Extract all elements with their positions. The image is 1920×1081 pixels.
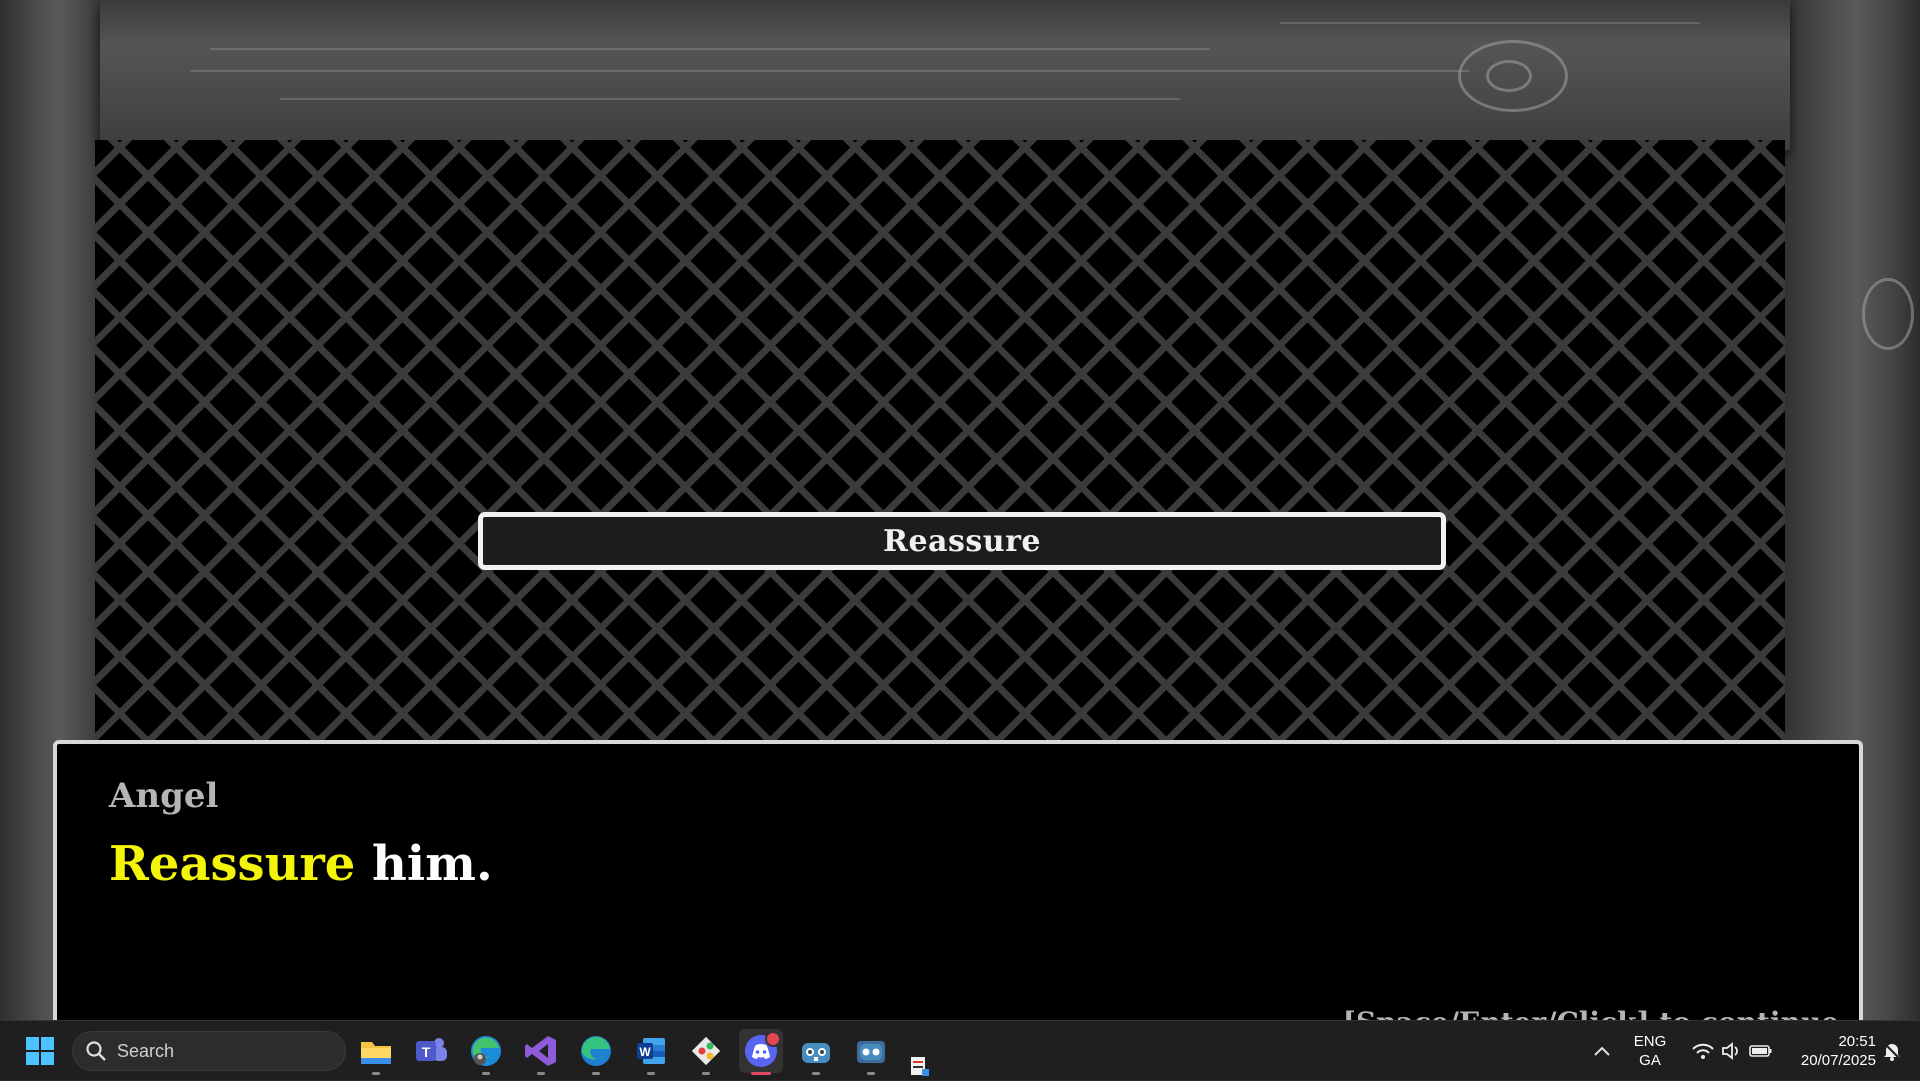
taskbar-app-discord[interactable] — [739, 1029, 783, 1075]
taskbar-app-edge-profile[interactable] — [464, 1029, 508, 1075]
dialogue-box[interactable]: Angel Reassure him. [Space/Enter/Click] … — [53, 740, 1863, 1020]
svg-text:W: W — [639, 1045, 651, 1059]
taskbar-app-godot-2[interactable] — [849, 1029, 893, 1075]
wood-knot — [1862, 278, 1914, 350]
file-explorer-icon — [361, 1042, 391, 1064]
godot-icon-2 — [857, 1041, 885, 1063]
taskbar-app-word[interactable]: W — [629, 1029, 673, 1075]
windows-icon — [26, 1037, 54, 1065]
network-volume-battery-button[interactable] — [1680, 1029, 1784, 1073]
wire-mesh-background — [95, 140, 1785, 750]
speaker-name: Angel — [109, 776, 219, 816]
wood-knot — [1486, 60, 1532, 92]
notification-badge — [765, 1031, 781, 1047]
dialogue-line: Reassure him. — [109, 836, 493, 892]
wood-grain — [190, 70, 1470, 72]
running-indicator — [372, 1072, 380, 1075]
start-button[interactable] — [18, 1029, 62, 1073]
game-scene[interactable]: Reassure Angel Reassure him. [Space/Ente… — [0, 0, 1920, 1020]
wooden-beam — [100, 0, 1790, 150]
edge-icon — [581, 1036, 611, 1066]
choice-button-reassure[interactable]: Reassure — [478, 512, 1446, 570]
edge-profile-icon — [471, 1036, 501, 1066]
running-indicator — [592, 1072, 600, 1075]
dialogue-text: him. — [355, 836, 493, 892]
running-indicator — [867, 1072, 875, 1075]
git-icon — [691, 1036, 721, 1066]
running-indicator — [751, 1072, 771, 1075]
taskbar-app-git[interactable] — [684, 1029, 728, 1075]
visual-studio-icon — [525, 1036, 556, 1066]
godot-icon — [802, 1043, 830, 1063]
continue-hint: [Space/Enter/Click] to continue — [1343, 1006, 1839, 1020]
taskbar-app-visual-studio[interactable] — [519, 1029, 563, 1075]
teams-icon: T — [416, 1038, 447, 1061]
taskbar-app-small[interactable] — [905, 1051, 935, 1081]
running-indicator — [537, 1072, 545, 1075]
clock-time: 20:51 — [1838, 1033, 1876, 1050]
choice-label: Reassure — [883, 523, 1041, 559]
wood-grain — [280, 98, 1180, 100]
clock-date: 20/07/2025 — [1800, 1052, 1876, 1069]
wood-grain — [210, 48, 1210, 50]
search-label: Search — [117, 1040, 175, 1061]
taskbar-app-edge[interactable] — [574, 1029, 618, 1075]
input-language-indicator[interactable]: ENG GA — [1628, 1032, 1672, 1070]
show-hidden-icons-button[interactable] — [1580, 1029, 1624, 1073]
battery-icon — [1749, 1045, 1772, 1057]
wood-grain — [1280, 22, 1700, 24]
running-indicator — [482, 1072, 490, 1075]
bell-icon — [1883, 1042, 1901, 1061]
keyboard-layout: GA — [1639, 1052, 1661, 1069]
taskbar-app-file-explorer[interactable] — [354, 1029, 398, 1075]
clock[interactable]: 20:51 20/07/2025 — [1780, 1032, 1876, 1070]
wifi-icon — [1692, 1043, 1714, 1059]
taskbar-app-teams[interactable]: T — [409, 1029, 453, 1073]
running-indicator — [647, 1072, 655, 1075]
svg-text:T: T — [422, 1044, 431, 1060]
language-code: ENG — [1633, 1033, 1667, 1050]
notifications-button[interactable] — [1872, 1029, 1912, 1073]
search-box[interactable]: Search — [72, 1031, 346, 1071]
taskbar: Search T W ENG GA 20:51 20/07/2025 — [0, 1020, 1920, 1080]
volume-icon — [1722, 1042, 1738, 1060]
word-icon: W — [637, 1038, 665, 1064]
search-icon — [86, 1041, 106, 1061]
taskbar-app-godot[interactable] — [794, 1029, 838, 1075]
running-indicator — [812, 1072, 820, 1075]
running-indicator — [702, 1072, 710, 1075]
dialogue-highlight: Reassure — [109, 836, 356, 892]
chevron-up-icon — [1594, 1046, 1610, 1056]
document-icon — [911, 1057, 929, 1076]
